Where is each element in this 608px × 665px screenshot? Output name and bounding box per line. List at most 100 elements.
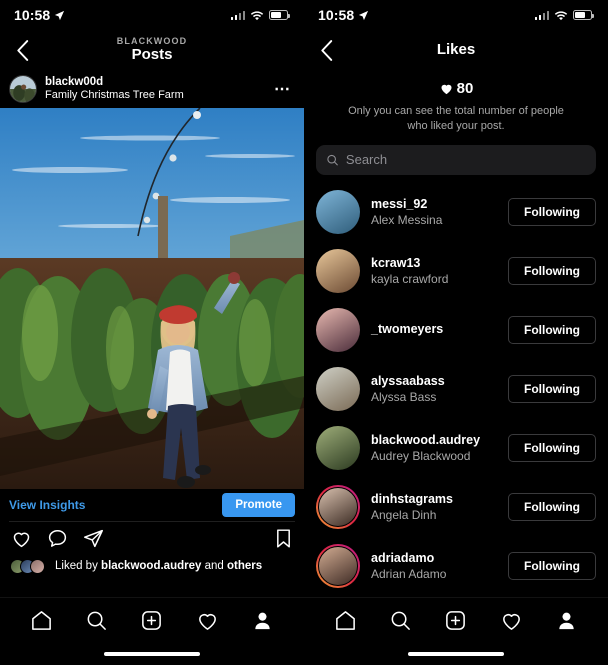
battery-icon [573,10,594,20]
liked-by-middle: and [204,560,224,572]
nav-bar-right: Likes [304,30,608,70]
liker-row[interactable]: _twomeyers Following [304,301,608,360]
liker-username[interactable]: messi_92 [371,197,497,213]
avatar-image [316,249,360,294]
avatar-image [316,426,360,471]
liked-by-others[interactable]: others [227,560,262,572]
liker-fullname: Alyssa Bass [371,389,437,404]
promote-button[interactable]: Promote [222,493,295,517]
following-button[interactable]: Following [508,316,596,345]
following-button[interactable]: Following [508,493,596,522]
battery-icon [269,10,290,20]
liker-username[interactable]: kcraw13 [371,256,497,272]
liker-row[interactable]: adriadamo Adrian Adamo Following [304,537,608,596]
page-title-right: Likes [436,40,476,58]
cellular-signal-icon [534,10,549,20]
liker-names: messi_92 Alex Messina [371,197,497,228]
post-author-avatar[interactable] [9,75,37,103]
right-phone-screen: 10:58 Likes 80 Only you can see the tota… [304,0,608,665]
chevron-left-icon [320,39,332,61]
comment-bubble-icon[interactable] [46,527,68,549]
liker-row[interactable]: messi_92 Alex Messina Following [304,183,608,242]
cellular-signal-icon [230,10,245,20]
post-author-names: blackw00d Family Christmas Tree Farm [45,76,266,103]
likers-list[interactable]: messi_92 Alex Messina Following kcraw13 kayl… [304,181,608,597]
tab-profile-left[interactable] [249,608,275,634]
liked-by-prefix: Liked by [55,560,98,572]
home-indicator-wrap-left [0,643,304,665]
liker-username[interactable]: adriadamo [371,551,497,567]
liker-avatar[interactable] [316,485,360,530]
status-bar-clock-right: 10:58 [318,7,369,23]
status-bar-clock-left: 10:58 [14,7,65,23]
tab-activity-right[interactable] [498,608,524,634]
share-paper-plane-icon[interactable] [82,527,104,549]
liker-avatar[interactable] [316,544,360,589]
avatar-image [316,308,360,353]
home-indicator-right[interactable] [408,652,504,656]
liked-by-text: Liked by blackwood.audrey and others [55,560,262,572]
liker-row[interactable]: kcraw13 kayla crawford Following [304,242,608,301]
liker-username[interactable]: alyssaabass [371,374,497,390]
liker-avatar[interactable] [316,190,360,235]
following-button[interactable]: Following [508,434,596,463]
avatar-image [316,190,360,235]
heart-icon[interactable] [10,527,32,549]
liker-names: dinhstagrams Angela Dinh [371,492,497,523]
liker-row[interactable]: blackwood.audrey Audrey Blackwood Followin… [304,419,608,478]
liker-avatar[interactable] [316,426,360,471]
search-bar[interactable] [316,144,596,175]
following-button[interactable]: Following [508,552,596,581]
tab-search-left[interactable] [84,608,110,634]
like-count-row: 80 [304,80,608,97]
wifi-icon [554,10,568,20]
home-indicator-wrap-right [304,643,608,665]
tab-profile-right[interactable] [553,608,579,634]
liked-by-row[interactable]: Liked by blackwood.audrey and others [0,554,304,578]
tab-new-post-left[interactable] [139,608,165,634]
location-arrow-icon [359,10,369,20]
tab-search-right[interactable] [388,608,414,634]
post-author-username[interactable]: blackw00d [45,76,266,90]
post-photo-image [0,108,304,489]
liked-by-facepile [10,558,48,574]
avatar-image [318,546,358,587]
tab-home-left[interactable] [29,608,55,634]
bookmark-icon[interactable] [272,527,294,549]
back-button-right[interactable] [314,38,338,62]
wifi-icon [250,10,264,20]
tab-activity-left[interactable] [194,608,220,634]
post-header: blackw00d Family Christmas Tree Farm ⋯ [0,70,304,108]
liker-row[interactable]: dinhstagrams Angela Dinh Following [304,478,608,537]
post-photo[interactable] [0,108,304,489]
post-actions-row [0,522,304,554]
following-button[interactable]: Following [508,257,596,286]
back-button-left[interactable] [10,38,34,62]
status-bar-left: 10:58 [0,0,304,30]
search-input[interactable] [345,152,586,168]
following-button[interactable]: Following [508,375,596,404]
liker-username[interactable]: _twomeyers [371,322,497,338]
liked-by-username[interactable]: blackwood.audrey [101,560,201,572]
avatar-image [318,487,358,528]
liker-row[interactable]: alyssaabass Alyssa Bass Following [304,360,608,419]
home-indicator-left[interactable] [104,652,200,656]
following-button[interactable]: Following [508,198,596,227]
liker-avatar[interactable] [316,308,360,353]
liker-username[interactable]: blackwood.audrey [371,433,497,449]
view-insights-link[interactable]: View Insights [9,498,85,512]
tab-home-right[interactable] [333,608,359,634]
liker-username[interactable]: dinhstagrams [371,492,497,508]
dual-phone-screenshot: 10:58 BLACKWOOD Posts blackw00d Family C… [0,0,608,665]
liker-fullname: Alex Messina [371,212,443,227]
tab-new-post-right[interactable] [443,608,469,634]
status-bar-right: 10:58 [304,0,608,30]
status-bar-indicators-left [230,10,290,21]
post-location-label[interactable]: Family Christmas Tree Farm [45,89,266,102]
liker-avatar[interactable] [316,367,360,412]
liker-avatar[interactable] [316,249,360,294]
more-options-icon[interactable]: ⋯ [274,79,295,99]
insights-row: View Insights Promote [0,489,304,521]
liker-names: alyssaabass Alyssa Bass [371,374,497,405]
liker-names: blackwood.audrey Audrey Blackwood [371,433,497,464]
